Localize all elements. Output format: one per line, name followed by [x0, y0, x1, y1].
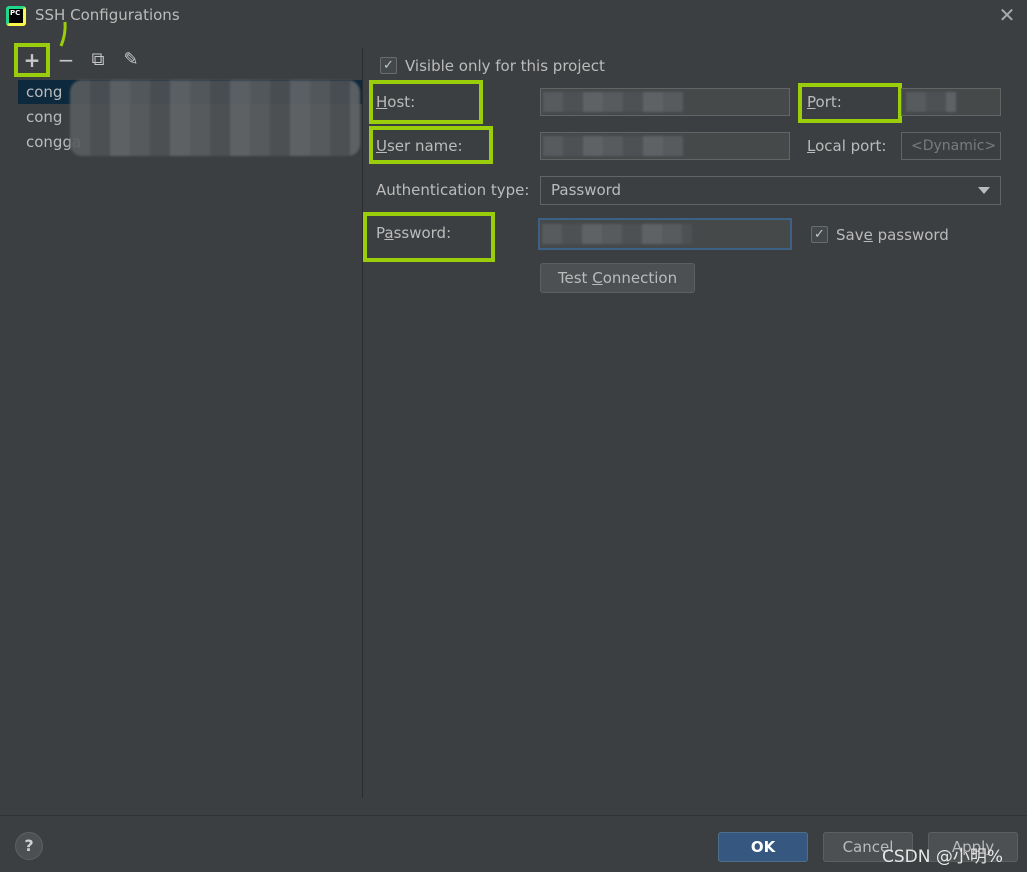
auth-type-label: Authentication type:	[376, 181, 530, 199]
app-icon-text: PC	[9, 9, 23, 23]
save-password-checkbox[interactable]: ✓	[811, 226, 828, 243]
password-input[interactable]	[538, 218, 792, 250]
visible-only-label: Visible only for this project	[405, 57, 605, 75]
password-label: Password:	[376, 224, 452, 242]
help-button[interactable]: ?	[15, 832, 43, 860]
redacted-config-names	[70, 80, 360, 156]
panel-divider	[362, 48, 363, 798]
local-port-input[interactable]: <Dynamic>	[901, 132, 1001, 160]
host-label: Host:	[376, 93, 416, 111]
username-label: User name:	[376, 137, 463, 155]
ok-button[interactable]: OK	[718, 832, 808, 862]
local-port-label: Local port:	[807, 137, 887, 155]
port-label: Port:	[807, 93, 842, 111]
config-name: cong	[26, 108, 63, 126]
redacted-password	[542, 224, 692, 244]
pycharm-icon: PC	[6, 6, 26, 26]
window-title: SSH Configurations	[35, 6, 180, 24]
redacted-host	[543, 92, 683, 112]
auth-type-value: Password	[551, 181, 622, 199]
test-connection-button[interactable]: Test Connection	[540, 263, 695, 293]
chevron-down-icon	[978, 187, 990, 194]
redacted-port	[906, 92, 956, 112]
check-icon: ✓	[814, 227, 825, 242]
config-name: cong	[26, 83, 63, 101]
copy-button[interactable]: ⧉	[86, 48, 110, 72]
footer-divider	[0, 815, 1027, 816]
port-input[interactable]	[901, 88, 1001, 116]
redacted-username	[543, 136, 683, 156]
visible-only-checkbox[interactable]: ✓	[380, 57, 397, 74]
host-input[interactable]	[540, 88, 790, 116]
auth-type-select[interactable]: Password	[540, 176, 1001, 205]
add-button[interactable]: +	[20, 48, 44, 72]
edit-button[interactable]: ✎	[119, 48, 143, 72]
check-icon: ✓	[383, 58, 394, 73]
save-password-label: Save password	[836, 226, 949, 244]
close-icon[interactable]: ✕	[997, 5, 1017, 25]
annotation-stroke	[59, 21, 67, 47]
watermark-text: CSDN @小明%	[882, 847, 1004, 867]
username-input[interactable]	[540, 132, 790, 160]
remove-button[interactable]: −	[54, 48, 78, 72]
